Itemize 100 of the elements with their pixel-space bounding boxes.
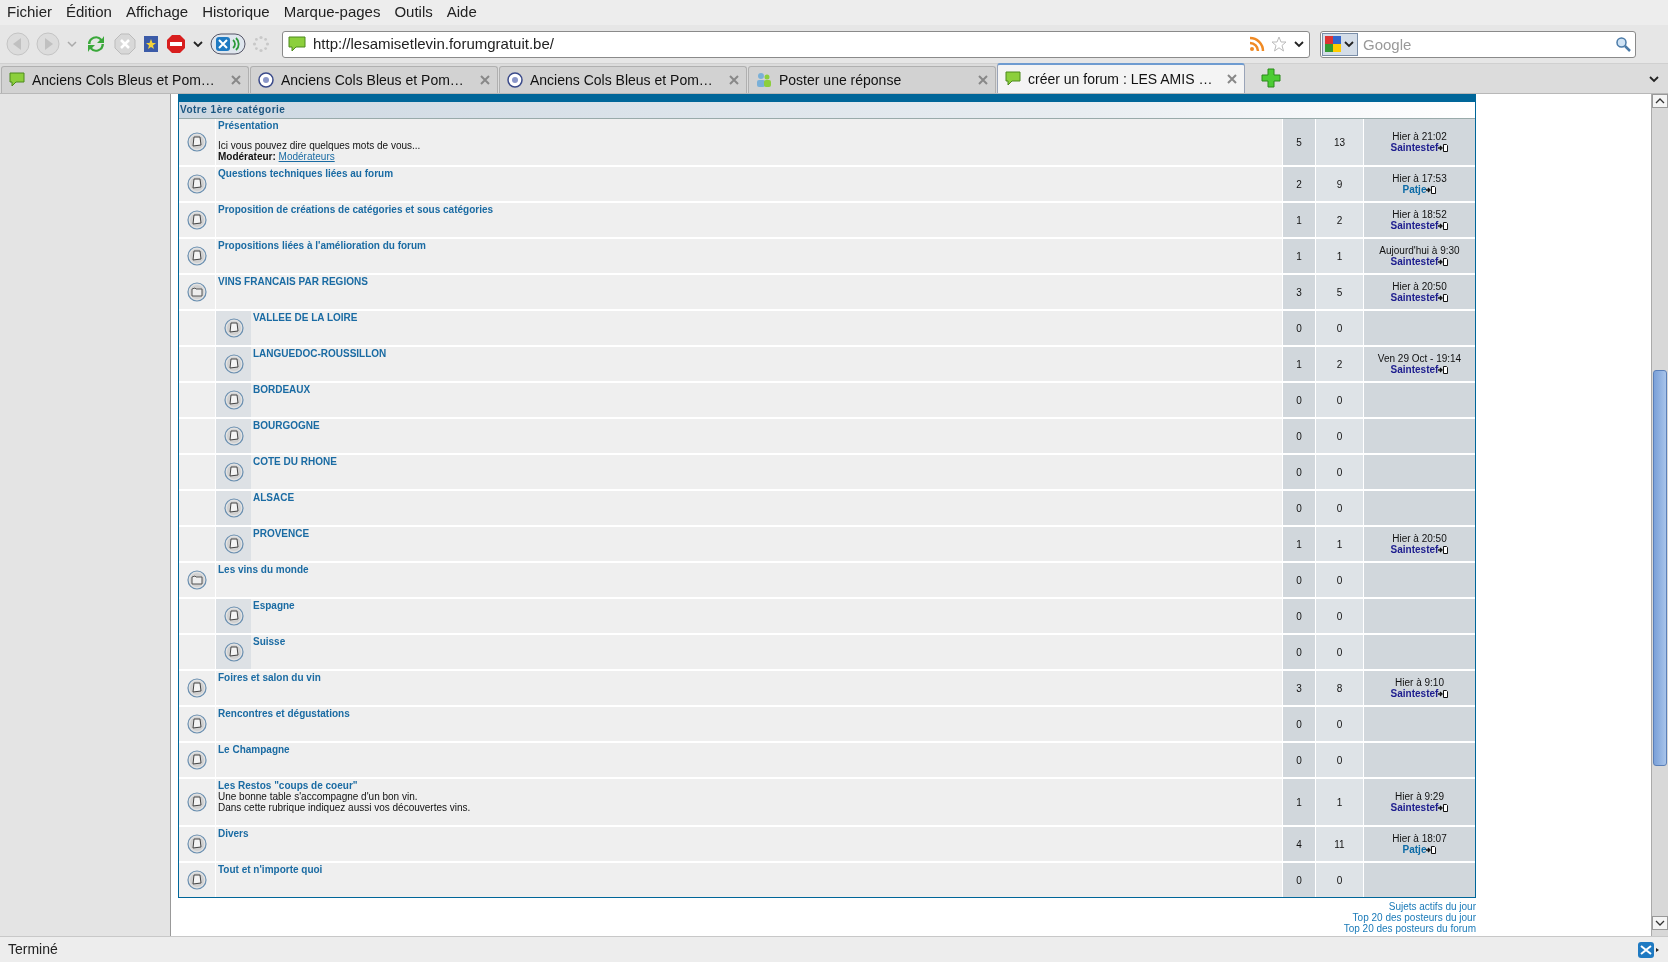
table-cell: 1 [1282, 239, 1315, 273]
browser-tab[interactable]: créer un forum : LES AMIS … [997, 63, 1245, 93]
forum-title-link[interactable]: Espagne [253, 600, 295, 611]
table-cell: 0 [1315, 743, 1363, 777]
category-header: Votre 1ère catégorie [179, 102, 1475, 119]
table-cell: 11 [1315, 827, 1363, 861]
table-cell: 3 [1282, 671, 1315, 705]
table-cell: 1 [1315, 527, 1363, 561]
table-cell: 0 [1282, 491, 1315, 525]
browser-tab[interactable]: Poster une réponse [748, 66, 996, 93]
bookmark-icon[interactable] [142, 35, 160, 53]
table-cell: 0 [1282, 311, 1315, 345]
forum-title-link[interactable]: Propositions liées à l'amélioration du forum [218, 240, 426, 251]
tab-list-icon[interactable] [1648, 73, 1660, 85]
latest-post-icon[interactable] [1438, 293, 1449, 302]
table-cell: 0 [1315, 563, 1363, 597]
close-icon[interactable] [1226, 73, 1238, 85]
forum-title-link[interactable]: Présentation [218, 120, 421, 131]
search-icon[interactable] [1615, 35, 1631, 52]
forum-icon [223, 534, 244, 554]
moderator-line: Modérateur: Modérateurs [218, 151, 335, 162]
forum-title-link[interactable]: ALSACE [253, 492, 295, 503]
table-cell: 1 [1282, 347, 1315, 381]
forum-icon [187, 750, 207, 770]
forum-title-link[interactable]: Les Restos "coups de coeur" [218, 780, 471, 791]
forum-icon [223, 354, 244, 374]
browser-tab[interactable]: Anciens Cols Bleus et Pom… [250, 66, 498, 93]
latest-post-icon[interactable] [1438, 143, 1449, 152]
forum-title-link[interactable]: Le Champagne [218, 744, 290, 755]
menu-item[interactable]: Affichage [125, 1, 189, 24]
author-link[interactable]: Saintestef [1390, 688, 1439, 699]
author-link[interactable]: Saintestef [1390, 364, 1439, 375]
footer-link[interactable]: Top 20 des posteurs du forum [1343, 923, 1476, 934]
menu-item[interactable]: Historique [202, 1, 270, 24]
table-cell: 5 [1282, 119, 1315, 165]
author-link[interactable]: Saintestef [1390, 292, 1439, 303]
author-link[interactable]: Patje [1402, 184, 1427, 195]
table-cell: 0 [1282, 419, 1315, 453]
forum-icon [223, 318, 244, 338]
latest-post-icon[interactable] [1426, 845, 1437, 854]
menu-item[interactable]: Outils [394, 1, 433, 24]
author-link[interactable]: Saintestef [1390, 220, 1439, 231]
table-cell: 8 [1315, 671, 1363, 705]
menu-item[interactable]: Marque-pages [283, 1, 381, 24]
address-bar[interactable]: http://lesamisetlevin.forumgratuit.be/ [282, 30, 1310, 58]
forum-title-link[interactable]: Divers [218, 828, 249, 839]
menu-item[interactable]: Fichier [7, 1, 52, 24]
forum-title-link[interactable]: Les vins du monde [218, 564, 309, 575]
forum-title-link[interactable]: Foires et salon du vin [218, 672, 321, 683]
adblock-icon[interactable] [166, 34, 186, 54]
menu-item[interactable]: Aide [446, 1, 477, 24]
moderators-link[interactable]: Modérateurs [278, 151, 335, 162]
table-cell: 0 [1315, 419, 1363, 453]
table-cell: 9 [1315, 167, 1363, 201]
forum-title-link[interactable]: Tout et n'importe quoi [218, 864, 323, 875]
forum-title-link[interactable]: PROVENCE [253, 528, 310, 539]
scrollbar[interactable] [1651, 94, 1668, 936]
dropdown-icon[interactable] [192, 38, 204, 50]
latest-post-icon[interactable] [1438, 257, 1449, 266]
forum-title-link[interactable]: Proposition de créations de catégories et sous catégories [218, 204, 494, 215]
author-link[interactable]: Saintestef [1390, 142, 1439, 153]
forum-title-link[interactable]: LANGUEDOC-ROUSSILLON [253, 348, 387, 359]
star-icon[interactable] [1271, 36, 1287, 52]
google-logo-icon[interactable] [1322, 32, 1358, 56]
author-link[interactable]: Saintestef [1390, 544, 1439, 555]
loading-icon [252, 35, 270, 53]
forum-title-link[interactable]: COTE DU RHONE [253, 456, 337, 467]
latest-post-icon[interactable] [1438, 803, 1449, 812]
forum-title-link[interactable]: BOURGOGNE [253, 420, 320, 431]
latest-post-icon[interactable] [1438, 365, 1449, 374]
browser-tab[interactable]: Anciens Cols Bleus et Pom… [1, 66, 249, 93]
sync-icon[interactable] [1638, 940, 1660, 959]
dropdown-icon[interactable] [1293, 38, 1305, 50]
author-link[interactable]: Patje [1402, 844, 1427, 855]
forum-title-link[interactable]: VALLEE DE LA LOIRE [253, 312, 358, 323]
scroll-up-icon[interactable] [1652, 94, 1668, 108]
table-cell: 0 [1315, 311, 1363, 345]
table-cell: 0 [1282, 383, 1315, 417]
author-link[interactable]: Saintestef [1390, 256, 1439, 267]
latest-post-icon[interactable] [1426, 185, 1437, 194]
browser-tab[interactable]: Anciens Cols Bleus et Pom… [499, 66, 747, 93]
scroll-down-icon[interactable] [1652, 916, 1668, 930]
table-cell: 1 [1282, 203, 1315, 237]
forum-title-link[interactable]: VINS FRANCAIS PAR REGIONS [218, 276, 368, 287]
sync-icon[interactable] [210, 32, 246, 56]
footer-link[interactable]: Sujets actifs du jour [1388, 901, 1476, 912]
table-cell: 0 [1282, 455, 1315, 489]
forum-title-link[interactable]: Suisse [253, 636, 286, 647]
footer-link[interactable]: Top 20 des posteurs du jour [1352, 912, 1476, 923]
round-badge-icon [506, 71, 524, 89]
latest-post-icon[interactable] [1438, 689, 1449, 698]
latest-post-icon[interactable] [1438, 221, 1449, 230]
table-cell: 3 [1282, 275, 1315, 309]
forum-title-link[interactable]: BORDEAUX [253, 384, 311, 395]
author-link[interactable]: Saintestef [1390, 802, 1439, 813]
forum-title-link[interactable]: Questions techniques liées au forum [218, 168, 394, 179]
forum-title-link[interactable]: Rencontres et dégustations [218, 708, 350, 719]
latest-post-icon[interactable] [1438, 545, 1449, 554]
scroll-thumb[interactable] [1653, 370, 1667, 766]
menu-item[interactable]: Édition [66, 1, 112, 24]
